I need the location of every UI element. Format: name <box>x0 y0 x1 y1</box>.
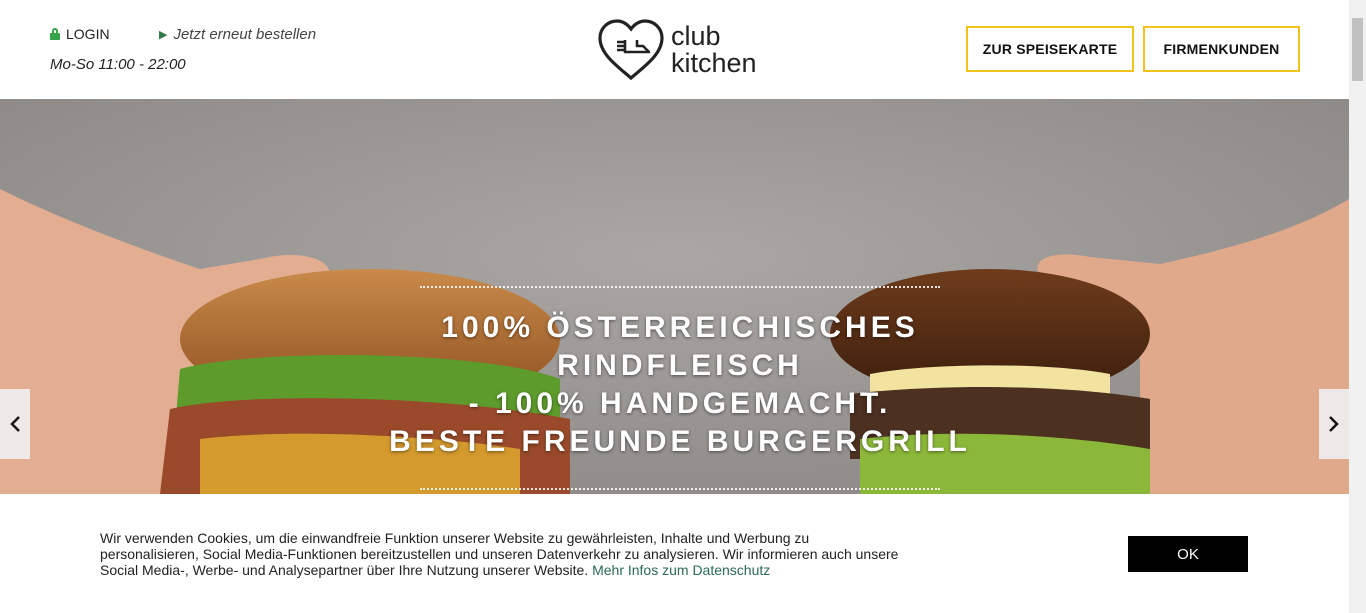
heart-fork-icon <box>598 19 664 81</box>
play-icon: ▶ <box>159 29 168 41</box>
business-customers-button[interactable]: FIRMENKUNDEN <box>1143 26 1300 72</box>
hero-line-1: 100% ÖSTERREICHISCHES <box>441 311 919 344</box>
hero-line-2: RINDFLEISCH <box>557 349 803 382</box>
cookie-message: Wir verwenden Cookies, um die einwandfre… <box>100 530 900 578</box>
slider-next-button[interactable] <box>1319 389 1349 459</box>
lock-icon <box>50 28 60 40</box>
cookie-banner: Wir verwenden Cookies, um die einwandfre… <box>0 494 1349 613</box>
hero-line-3: - 100% HANDGEMACHT. <box>468 387 892 420</box>
hero-slider: 100% ÖSTERREICHISCHES RINDFLEISCH - 100%… <box>0 99 1349 494</box>
club-kitchen-logo[interactable]: club kitchen <box>597 17 767 83</box>
logo-wordmark: club kitchen <box>671 23 757 77</box>
page-scrollbar[interactable] <box>1349 0 1366 613</box>
cookie-text: Wir verwenden Cookies, um die einwandfre… <box>100 530 899 578</box>
reorder-label: Jetzt erneut bestellen <box>173 26 317 43</box>
opening-hours: Mo-So 11:00 - 22:00 <box>50 56 186 73</box>
site-header: LOGIN ▶ Jetzt erneut bestellen Mo-So 11:… <box>0 0 1349 99</box>
hero-divider-top <box>420 286 940 288</box>
privacy-link[interactable]: Mehr Infos zum Datenschutz <box>592 562 770 578</box>
chevron-left-icon <box>10 416 20 432</box>
hero-line-4: BESTE FREUNDE BURGERGRILL <box>389 425 971 458</box>
hero-divider-bottom <box>420 488 940 490</box>
logo-word-kitchen: kitchen <box>671 48 757 78</box>
logo-word-club: club <box>671 21 721 51</box>
reorder-link[interactable]: ▶ Jetzt erneut bestellen <box>159 26 316 43</box>
slider-prev-button[interactable] <box>0 389 30 459</box>
hero-headline: 100% ÖSTERREICHISCHES RINDFLEISCH - 100%… <box>330 309 1030 461</box>
cookie-ok-button[interactable]: OK <box>1128 536 1248 572</box>
chevron-right-icon <box>1329 416 1339 432</box>
menu-button[interactable]: ZUR SPEISEKARTE <box>966 26 1134 72</box>
scrollbar-thumb[interactable] <box>1352 18 1363 81</box>
login-label: LOGIN <box>66 26 110 42</box>
login-link[interactable]: LOGIN <box>50 26 110 42</box>
